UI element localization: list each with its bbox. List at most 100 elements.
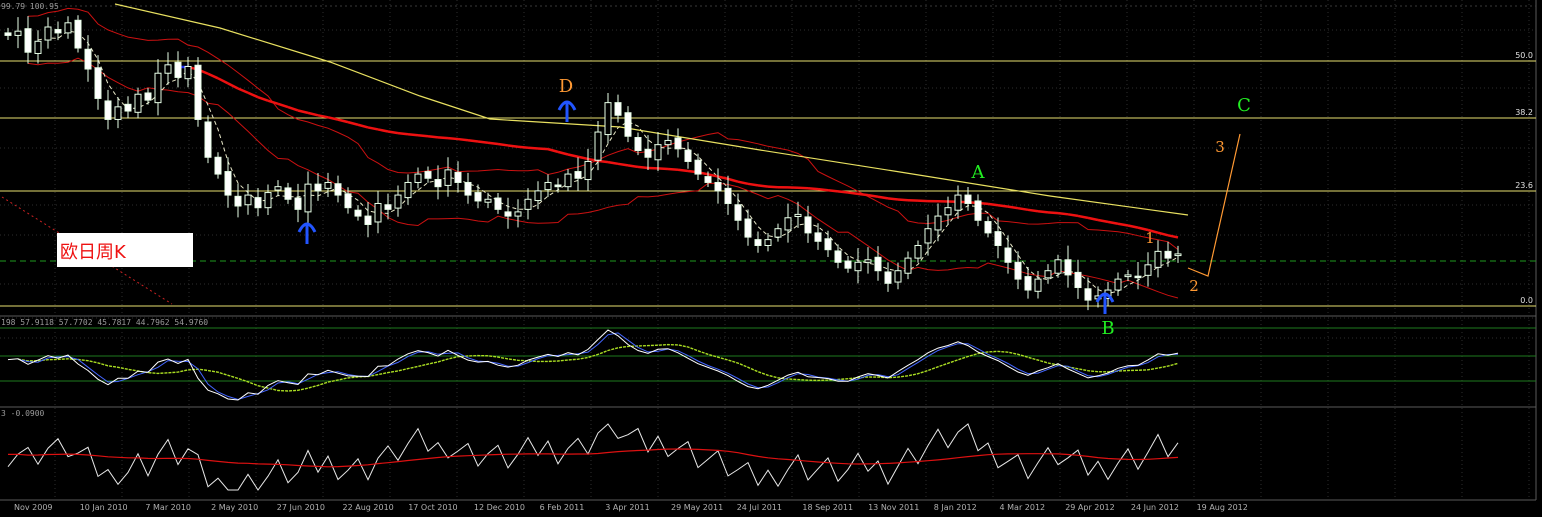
ma-long-falling — [668, 169, 678, 170]
candle-down — [625, 113, 631, 137]
ma-long-falling — [838, 191, 848, 192]
candle-down — [365, 216, 371, 224]
candle-up — [485, 199, 491, 202]
ma-long-falling — [998, 205, 1008, 206]
candle-down — [995, 232, 1001, 246]
candle-up — [775, 229, 781, 237]
ma-long-falling — [388, 131, 398, 133]
wave-label: D — [559, 76, 573, 97]
ma-long-falling — [408, 134, 418, 135]
candle-up — [515, 212, 521, 216]
candle-up — [265, 193, 271, 208]
candle-up — [275, 187, 281, 190]
candle-up — [15, 31, 21, 35]
candle-up — [585, 161, 591, 179]
candle-down — [385, 205, 391, 210]
ma-long-falling — [1018, 208, 1028, 210]
candle-up — [855, 262, 861, 270]
wave-label: 1 — [1145, 229, 1155, 247]
x-tick-label: 7 Mar 2010 — [145, 503, 191, 512]
ma-long-falling — [618, 164, 628, 166]
fib-label: 50.0 — [1515, 51, 1533, 60]
wave-label: 2 — [1189, 277, 1199, 295]
x-tick-label: 22 Aug 2010 — [343, 503, 394, 512]
candle-down — [1065, 260, 1071, 275]
candle-up — [525, 199, 531, 209]
candle-up — [1045, 271, 1051, 278]
x-tick-label: 19 Aug 2012 — [1197, 503, 1248, 512]
candle-down — [615, 103, 621, 116]
ma-long-falling — [398, 133, 408, 134]
x-tick-label: 24 Jul 2011 — [737, 503, 782, 512]
candle-down — [195, 65, 201, 119]
candle-down — [105, 101, 111, 119]
candle-down — [295, 198, 301, 209]
candle-down — [575, 172, 581, 179]
x-tick-label: 24 Jun 2012 — [1131, 503, 1179, 512]
candle-down — [725, 188, 731, 203]
wave-label: A — [971, 162, 986, 183]
candle-down — [705, 177, 711, 183]
chart-title: 欧日周K — [60, 238, 126, 264]
candle-up — [1155, 251, 1161, 267]
candle-up — [665, 140, 671, 144]
x-tick-label: 6 Feb 2011 — [540, 503, 585, 512]
candle-up — [655, 145, 661, 160]
candle-down — [1085, 289, 1091, 300]
candle-up — [765, 240, 771, 246]
x-tick-label: 3 Apr 2011 — [605, 503, 649, 512]
ma-long-falling — [538, 149, 548, 150]
candle-up — [1055, 260, 1061, 273]
x-tick-label: 29 Apr 2012 — [1065, 503, 1114, 512]
candle-up — [155, 73, 161, 102]
ma-long-falling — [508, 145, 518, 146]
candle-down — [1025, 277, 1031, 290]
candle-down — [95, 68, 101, 99]
candle-up — [445, 170, 451, 186]
candle-up — [605, 103, 611, 135]
candle-up — [135, 94, 141, 112]
ma-long-falling — [678, 170, 688, 171]
ma-long-falling — [988, 204, 998, 205]
ma-long-falling — [1068, 214, 1078, 216]
candle-down — [755, 240, 761, 246]
candle-down — [495, 198, 501, 209]
candle-up — [65, 23, 71, 33]
candle-down — [635, 138, 641, 151]
candle-up — [305, 184, 311, 212]
candle-down — [885, 272, 891, 283]
candle-down — [145, 93, 151, 100]
candle-down — [695, 160, 701, 174]
ma-long-falling — [868, 195, 878, 197]
candle-down — [1005, 248, 1011, 262]
candle-down — [985, 222, 991, 233]
candle-up — [595, 132, 601, 160]
candle-down — [1015, 262, 1021, 279]
ma-long-falling — [518, 147, 528, 148]
ma-long-falling — [488, 143, 498, 144]
candle-down — [225, 172, 231, 196]
candle-down — [825, 239, 831, 250]
ma-long-falling — [1028, 210, 1038, 211]
chart-svg: 50.038.223.60.0DABC123Nov 200910 Jan 201… — [0, 0, 1542, 513]
ma-long-falling — [1008, 207, 1018, 209]
candle-up — [115, 107, 121, 120]
candle-down — [965, 195, 971, 203]
candle-down — [815, 233, 821, 241]
candle-down — [975, 201, 981, 220]
ma-long-falling — [808, 188, 818, 189]
candle-down — [315, 184, 321, 191]
candle-up — [1145, 265, 1151, 276]
candle-down — [835, 251, 841, 262]
candle-down — [1135, 276, 1141, 278]
candle-down — [455, 172, 461, 182]
candle-up — [1175, 254, 1181, 256]
candle-up — [565, 174, 571, 187]
candle-down — [5, 33, 11, 36]
main-header: 99.79 100.95 — [1, 2, 59, 11]
candle-down — [205, 122, 211, 157]
ma-long-falling — [428, 136, 438, 137]
candle-up — [955, 195, 961, 210]
candle-up — [545, 182, 551, 189]
x-tick-label: Nov 2009 — [14, 503, 53, 512]
